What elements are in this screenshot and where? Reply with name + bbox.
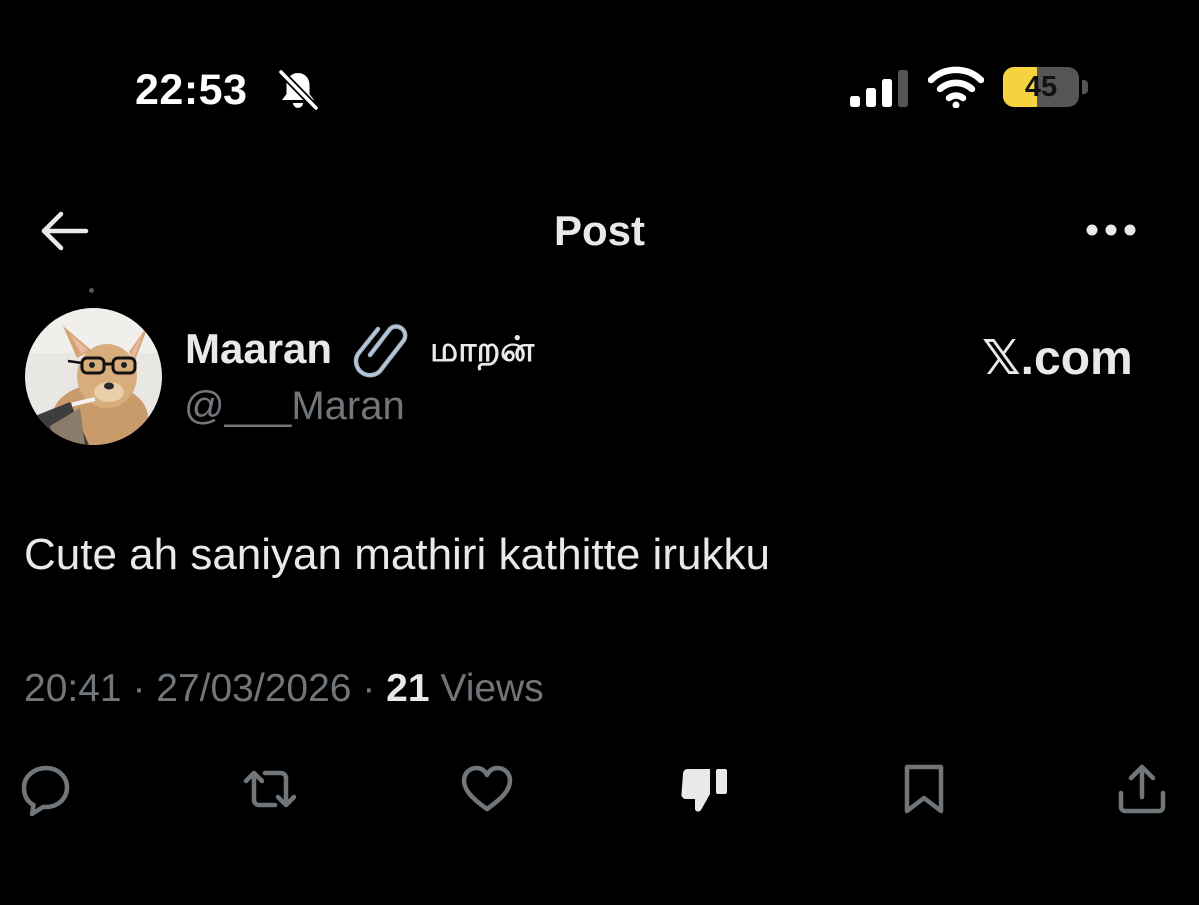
bookmark-button[interactable] [895, 760, 953, 818]
views-count: 21 [386, 667, 430, 710]
more-dots-icon [1086, 224, 1136, 236]
bookmark-icon [904, 764, 944, 814]
repost-button[interactable] [241, 760, 299, 818]
post-meta: 20:41 · 27/03/2026 · 21 Views [24, 667, 544, 711]
more-options-button[interactable] [1082, 215, 1140, 245]
status-time: 22:53 [135, 66, 248, 114]
bell-muted-icon [276, 68, 320, 112]
source-watermark: 𝕏.com [982, 332, 1133, 385]
wifi-icon [927, 66, 985, 109]
separator-dot [89, 288, 94, 293]
dislike-button[interactable] [677, 760, 735, 818]
reply-icon [21, 765, 70, 817]
dislike-icon [681, 769, 727, 812]
share-icon [1118, 764, 1166, 814]
page-title: Post [553, 207, 645, 254]
repost-icon [243, 770, 297, 808]
like-button[interactable] [458, 760, 516, 818]
post-time[interactable]: 20:41 [24, 667, 122, 710]
author-tamil-name: மாறன் [430, 330, 535, 369]
author-handle[interactable]: @___Maran [184, 384, 405, 429]
heart-icon [461, 765, 513, 812]
paperclip-icon [352, 317, 418, 379]
reply-button[interactable] [17, 760, 75, 818]
share-button[interactable] [1113, 760, 1171, 818]
views-label: Views [440, 667, 544, 710]
battery-percent: 45 [1024, 71, 1058, 103]
author-display-name[interactable]: Maaran [185, 325, 332, 373]
meta-separator: · [351, 667, 387, 710]
post-text: Cute ah saniyan mathiri kathitte irukku [24, 530, 770, 579]
battery-nub [1082, 80, 1088, 94]
post-date[interactable]: 27/03/2026 [156, 667, 351, 710]
meta-separator: · [121, 667, 157, 710]
cellular-signal-icon [850, 70, 910, 108]
avatar[interactable] [25, 308, 162, 445]
battery-indicator: 45 [1003, 67, 1089, 109]
